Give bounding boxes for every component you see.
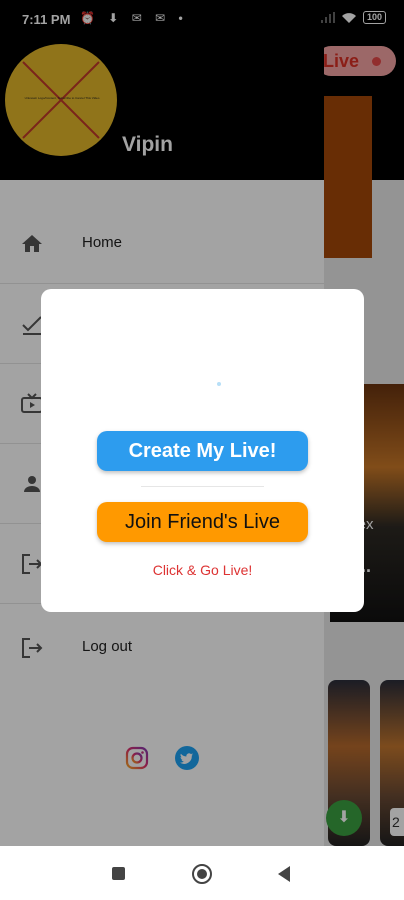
go-live-dialog: Create My Live! Join Friend's Live Click… — [41, 289, 364, 612]
loading-spinner-icon — [217, 382, 221, 386]
divider — [141, 486, 264, 487]
recents-icon[interactable] — [112, 867, 125, 880]
home-circle-icon[interactable] — [192, 864, 212, 884]
join-friends-live-button[interactable]: Join Friend's Live — [97, 502, 308, 542]
create-my-live-button[interactable]: Create My Live! — [97, 431, 308, 471]
dialog-hint: Click & Go Live! — [152, 562, 253, 578]
system-nav-bar — [0, 846, 404, 900]
back-triangle-icon[interactable] — [278, 866, 290, 882]
